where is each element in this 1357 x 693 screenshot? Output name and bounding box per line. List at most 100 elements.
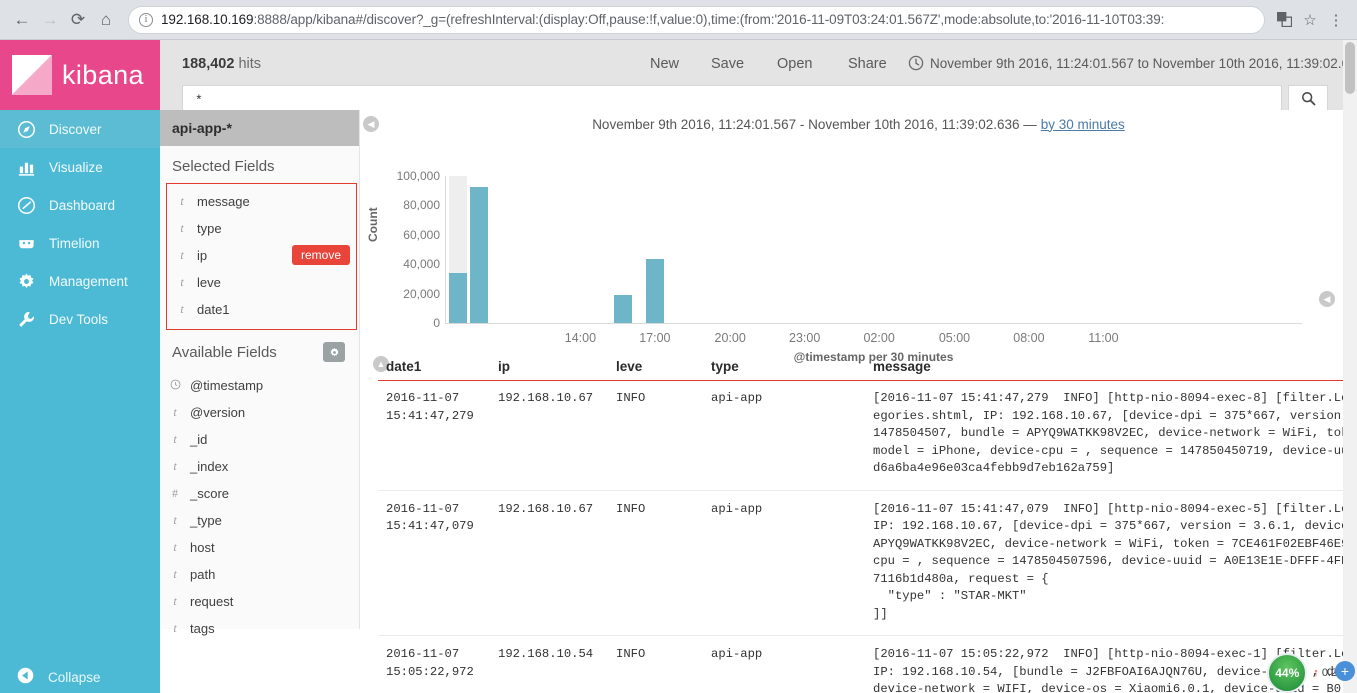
- gear-icon: [16, 271, 36, 291]
- site-info-icon[interactable]: i: [139, 12, 153, 27]
- chevron-left-icon[interactable]: ◀: [363, 116, 379, 132]
- field-row-path[interactable]: t path: [160, 561, 359, 588]
- cell-ip: 192.168.10.67: [498, 391, 594, 405]
- bookmark-star-icon[interactable]: ☆: [1297, 7, 1323, 33]
- column-header-date1[interactable]: date1: [378, 352, 490, 380]
- reload-icon[interactable]: ⟳: [64, 6, 92, 34]
- system-monitor-widget[interactable]: 44% ↑ 0.2K/s +: [1267, 653, 1357, 693]
- interval-link[interactable]: by 30 minutes: [1041, 117, 1125, 132]
- field-row-host[interactable]: t host: [160, 534, 359, 561]
- field-row-version[interactable]: t @version: [160, 399, 359, 426]
- table-row[interactable]: 2016-11-07 15:41:47,079 192.168.10.67 IN…: [378, 489, 1357, 636]
- field-row-tags[interactable]: t tags: [160, 615, 359, 642]
- translate-icon[interactable]: [1271, 7, 1297, 33]
- cell-leve: INFO: [608, 489, 703, 636]
- cell-ip: 192.168.10.67: [490, 489, 608, 636]
- table-row[interactable]: 2016-11-07 15:41:47,279 192.168.10.67 IN…: [378, 380, 1357, 490]
- sidebar-item-discover[interactable]: Discover: [0, 110, 160, 148]
- address-bar[interactable]: i 192.168.10.169:8888/app/kibana#/discov…: [128, 5, 1265, 34]
- field-row-request[interactable]: t request: [160, 588, 359, 615]
- page-scrollbar[interactable]: [1343, 40, 1357, 693]
- index-pattern-selector[interactable]: api-app-*: [160, 110, 359, 146]
- chart-x-tick: 11:00: [1088, 331, 1119, 345]
- sidebar-item-dashboard[interactable]: Dashboard: [0, 186, 160, 224]
- chart-y-tick: 60,000: [403, 227, 440, 242]
- chart-bar[interactable]: [646, 259, 665, 323]
- sidebar-item-timelion[interactable]: Timelion: [0, 224, 160, 262]
- field-sidebar: api-app-* Selected Fields t message t ty…: [160, 110, 360, 636]
- column-header-leve[interactable]: leve: [608, 352, 703, 380]
- hits-label: hits: [238, 56, 262, 72]
- string-type-icon: t: [173, 405, 177, 419]
- clock-icon: [908, 55, 924, 71]
- column-header-message[interactable]: message: [865, 352, 1357, 380]
- sidebar-item-dev-tools[interactable]: Dev Tools: [0, 300, 160, 338]
- scrollbar-thumb[interactable]: [1345, 42, 1355, 94]
- discover-main: ◀ November 9th 2016, 11:24:01.567 - Nove…: [360, 110, 1357, 693]
- sidebar-item-visualize[interactable]: Visualize: [0, 148, 160, 186]
- table-row[interactable]: 2016-11-07 15:05:22,972 192.168.10.54 IN…: [378, 635, 1357, 693]
- save-button[interactable]: Save: [711, 56, 744, 72]
- url-host: 192.168.10.169: [161, 12, 254, 27]
- field-name: @version: [190, 405, 246, 420]
- chart-range-text: November 9th 2016, 11:24:01.567 - Novemb…: [592, 116, 1037, 132]
- field-row-message[interactable]: t message: [167, 188, 356, 215]
- wrench-icon: [16, 309, 36, 329]
- kibana-sidebar: kibana Discover Visualize Dashboard Time…: [0, 40, 160, 693]
- compass-icon: [16, 119, 36, 139]
- field-name: tags: [190, 621, 215, 636]
- sidebar-collapse-button[interactable]: Collapse: [0, 661, 160, 693]
- timelion-icon: [16, 233, 36, 253]
- field-row-id[interactable]: t _id: [160, 426, 359, 453]
- home-icon[interactable]: ⌂: [92, 6, 120, 34]
- column-header-ip[interactable]: ip: [490, 352, 608, 380]
- field-row-leve[interactable]: t leve: [167, 269, 356, 296]
- field-row-index[interactable]: t _index: [160, 453, 359, 480]
- string-type-icon: t: [173, 540, 177, 554]
- sidebar-item-management[interactable]: Management: [0, 262, 160, 300]
- time-picker-range[interactable]: November 9th 2016, 11:24:01.567 to Novem…: [930, 56, 1357, 71]
- hits-count: 188,402: [182, 56, 235, 72]
- column-header-type[interactable]: type: [703, 352, 865, 380]
- kibana-logo[interactable]: kibana: [0, 40, 160, 110]
- chart-bar[interactable]: [613, 295, 632, 323]
- field-row-score[interactable]: # _score: [160, 480, 359, 507]
- chrome-menu-icon[interactable]: ⋮: [1323, 7, 1349, 33]
- open-button[interactable]: Open: [777, 56, 812, 72]
- cell-date1: 2016-11-07 15:05:22,972: [378, 635, 490, 693]
- url-text: 192.168.10.169:8888/app/kibana#/discover…: [161, 12, 1254, 27]
- table-header-row: date1 ip leve type message: [378, 352, 1357, 381]
- cell-leve: INFO: [616, 391, 646, 405]
- field-name: message: [197, 194, 250, 209]
- share-button[interactable]: Share: [848, 56, 887, 72]
- cell-ip: 192.168.10.54: [490, 635, 608, 693]
- field-row-type-meta[interactable]: t _type: [160, 507, 359, 534]
- chart-bar[interactable]: [448, 273, 467, 323]
- field-row-date1[interactable]: t date1: [167, 296, 356, 323]
- back-icon[interactable]: ←: [8, 6, 36, 34]
- chart-collapse-right-icon[interactable]: ◀: [1319, 291, 1335, 307]
- string-type-icon: t: [173, 459, 177, 473]
- add-widget-icon[interactable]: +: [1335, 661, 1355, 681]
- field-row-timestamp[interactable]: @timestamp: [160, 372, 359, 399]
- cell-type: api-app: [703, 489, 865, 636]
- cell-date1: 2016-11-07 15:41:47,079: [378, 489, 490, 636]
- documents-table-wrapper[interactable]: date1 ip leve type message 2016-11-07 15…: [378, 352, 1357, 693]
- forward-icon[interactable]: →: [36, 6, 64, 34]
- field-row-type[interactable]: t type: [167, 215, 356, 242]
- cell-message: [2016-11-07 15:41:47,279 INFO] [http-nio…: [873, 391, 1357, 475]
- field-name: date1: [197, 302, 230, 317]
- chart-y-tick: 80,000: [403, 198, 440, 213]
- field-settings-gear-icon[interactable]: [323, 342, 345, 362]
- new-button[interactable]: New: [650, 56, 679, 72]
- chart-y-tick: 0: [433, 316, 440, 330]
- url-path: :8888/app/kibana#/discover?_g=(refreshIn…: [253, 12, 1165, 27]
- string-type-icon: t: [180, 221, 184, 235]
- chart-plot-area[interactable]: 0 20,000 40,000 60,000 80,000 100,000 14:00 17:…: [397, 169, 1302, 345]
- remove-field-button[interactable]: remove: [291, 245, 350, 265]
- field-name: @timestamp: [190, 378, 264, 393]
- available-fields-list: @timestamp t @version t _id t _index # _…: [160, 370, 359, 642]
- date-type-icon: [170, 379, 181, 393]
- chart-bar[interactable]: [469, 187, 488, 323]
- field-row-ip[interactable]: t ip remove: [167, 242, 356, 269]
